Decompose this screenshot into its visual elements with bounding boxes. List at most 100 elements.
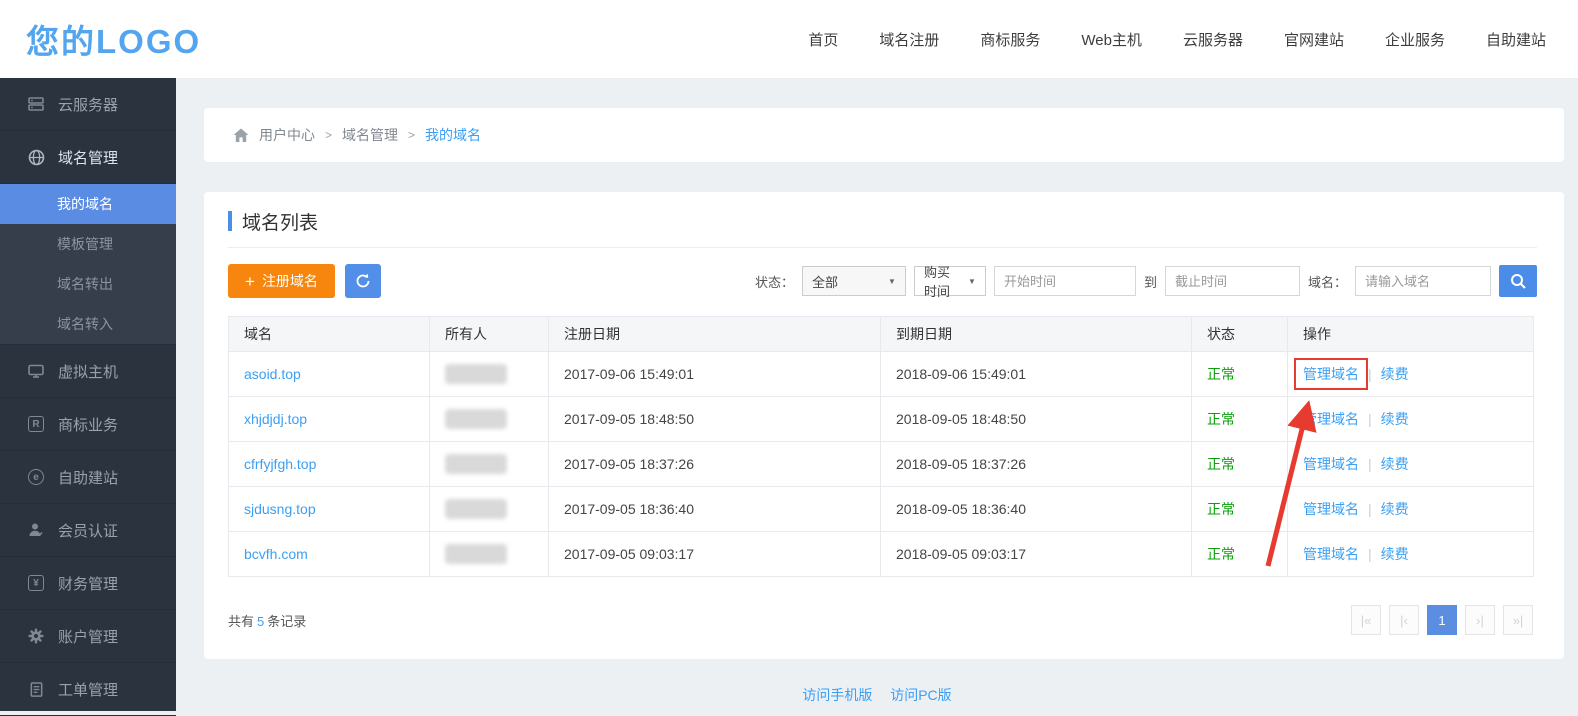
table-row: sjdusng.top 2017-09-05 18:36:40 2018-09-…	[229, 487, 1534, 532]
renew-link[interactable]: 续费	[1381, 501, 1409, 517]
pagination-first-button[interactable]: |«	[1351, 605, 1381, 635]
toolbar-left: + 注册域名	[228, 264, 381, 298]
status-select-value: 全部	[812, 272, 838, 291]
sidebar-item-account-management[interactable]: 账户管理	[0, 610, 176, 663]
server-icon	[27, 95, 45, 113]
mobile-version-link[interactable]: 访问手机版	[802, 687, 872, 703]
sidebar-item-virtual-hosting[interactable]: 虚拟主机	[0, 345, 176, 398]
sidebar-item-trademark-business[interactable]: R 商标业务	[0, 398, 176, 451]
pagination-page-1[interactable]: 1	[1427, 605, 1457, 635]
nav-web-hosting[interactable]: Web主机	[1081, 29, 1142, 50]
logo: 您的LOGO	[0, 15, 201, 63]
sidebar-item-label: 账户管理	[58, 626, 118, 647]
breadcrumb-separator: >	[408, 128, 415, 142]
status-badge: 正常	[1207, 411, 1235, 427]
caret-down-icon: ▼	[888, 277, 896, 286]
time-type-select[interactable]: 购买时间 ▼	[914, 266, 986, 296]
filter-bar: 状态： 全部 ▼ 购买时间 ▼ 到 域名：	[755, 265, 1537, 297]
bottom-links: 访问手机版 访问PC版	[176, 685, 1578, 705]
breadcrumb-domain-management[interactable]: 域名管理	[342, 125, 398, 145]
sidebar-subitem-template-management[interactable]: 模板管理	[0, 224, 176, 264]
renew-link[interactable]: 续费	[1381, 366, 1409, 382]
col-header-domain: 域名	[229, 317, 430, 352]
sidebar-item-label: 域名管理	[58, 147, 118, 168]
page-title-row: 域名列表	[228, 208, 1537, 234]
toolbar: + 注册域名 状态： 全部 ▼ 购买时间 ▼	[228, 264, 1537, 298]
manage-domain-link[interactable]: 管理域名	[1303, 501, 1359, 517]
nav-home[interactable]: 首页	[808, 29, 838, 50]
record-count: 共有5条记录	[228, 611, 306, 630]
sidebar-item-finance-management[interactable]: ¥ 财务管理	[0, 557, 176, 610]
nav-enterprise-service[interactable]: 企业服务	[1385, 29, 1445, 50]
record-count-prefix: 共有	[228, 614, 254, 629]
owner-redacted	[445, 409, 507, 429]
work-order-icon	[27, 680, 45, 698]
sidebar: 云服务器 域名管理 我的域名 模板管理 域名转出 域名转入 虚拟主机 R 商标业…	[0, 78, 176, 711]
domain-link[interactable]: bcvfh.com	[244, 546, 308, 562]
caret-down-icon: ▼	[968, 277, 976, 286]
nav-domain-register[interactable]: 域名注册	[879, 29, 939, 50]
status-select[interactable]: 全部 ▼	[802, 266, 906, 296]
nav-cloud-server[interactable]: 云服务器	[1183, 29, 1243, 50]
nav-trademark-service[interactable]: 商标服务	[980, 29, 1040, 50]
record-count-number: 5	[254, 614, 267, 629]
col-header-expire-date: 到期日期	[881, 317, 1192, 352]
register-date: 2017-09-05 18:37:26	[549, 442, 881, 487]
sidebar-subitem-domain-transfer-in[interactable]: 域名转入	[0, 304, 176, 344]
domain-filter-label: 域名：	[1308, 272, 1347, 291]
sidebar-subitem-my-domains[interactable]: 我的域名	[0, 184, 176, 224]
monitor-icon	[27, 362, 45, 380]
breadcrumb-separator: >	[325, 128, 332, 142]
sidebar-item-member-verification[interactable]: 会员认证	[0, 504, 176, 557]
manage-domain-link-highlighted[interactable]: 管理域名	[1294, 358, 1368, 390]
renew-link[interactable]: 续费	[1381, 546, 1409, 562]
status-badge: 正常	[1207, 456, 1235, 472]
register-domain-button[interactable]: + 注册域名	[228, 264, 335, 298]
domain-link[interactable]: asoid.top	[244, 366, 301, 382]
pagination-prev-button[interactable]: |‹	[1389, 605, 1419, 635]
renew-link[interactable]: 续费	[1381, 411, 1409, 427]
action-separator: |	[1359, 501, 1381, 517]
nav-site-builder[interactable]: 官网建站	[1284, 29, 1344, 50]
page-title: 域名列表	[242, 208, 318, 235]
start-date-input[interactable]	[994, 266, 1136, 296]
register-date: 2017-09-05 09:03:17	[549, 532, 881, 577]
action-separator: |	[1359, 366, 1381, 382]
sidebar-item-domain-management[interactable]: 域名管理	[0, 131, 176, 184]
end-date-input[interactable]	[1165, 266, 1300, 296]
pc-version-link[interactable]: 访问PC版	[890, 687, 951, 703]
time-type-select-value: 购买时间	[924, 262, 962, 300]
table-row: xhjdjdj.top 2017-09-05 18:48:50 2018-09-…	[229, 397, 1534, 442]
sidebar-subitem-domain-transfer-out[interactable]: 域名转出	[0, 264, 176, 304]
renew-link[interactable]: 续费	[1381, 456, 1409, 472]
refresh-button[interactable]	[345, 264, 381, 298]
manage-domain-link[interactable]: 管理域名	[1303, 456, 1359, 472]
sidebar-item-cloud-server[interactable]: 云服务器	[0, 78, 176, 131]
domain-link[interactable]: xhjdjdj.top	[244, 411, 307, 427]
finance-yen-icon: ¥	[27, 574, 45, 592]
gear-icon	[27, 627, 45, 645]
sidebar-item-label: 虚拟主机	[58, 361, 118, 382]
domain-link[interactable]: cfrfyjfgh.top	[244, 456, 316, 472]
table-header-row: 域名 所有人 注册日期 到期日期 状态 操作	[229, 317, 1534, 352]
domain-search-input[interactable]	[1355, 266, 1491, 296]
breadcrumb-card: 用户中心 > 域名管理 > 我的域名	[204, 108, 1564, 162]
domain-link[interactable]: sjdusng.top	[244, 501, 316, 517]
e-circle-icon: e	[27, 468, 45, 486]
title-accent-bar	[228, 211, 232, 231]
manage-domain-link[interactable]: 管理域名	[1303, 411, 1359, 427]
manage-domain-link[interactable]: 管理域名	[1303, 546, 1359, 562]
pagination-next-button[interactable]: ›|	[1465, 605, 1495, 635]
nav-self-service-site[interactable]: 自助建站	[1486, 29, 1546, 50]
pagination-last-button[interactable]: »|	[1503, 605, 1533, 635]
breadcrumb-user-center[interactable]: 用户中心	[259, 125, 315, 145]
table-row: asoid.top 2017-09-06 15:49:01 2018-09-06…	[229, 352, 1534, 397]
register-domain-label: 注册域名	[262, 271, 318, 291]
search-button[interactable]	[1499, 265, 1537, 297]
top-nav: 首页 域名注册 商标服务 Web主机 云服务器 官网建站 企业服务 自助建站	[808, 29, 1578, 50]
sidebar-item-self-service-site[interactable]: e 自助建站	[0, 451, 176, 504]
sidebar-item-work-orders[interactable]: 工单管理	[0, 663, 176, 716]
status-badge: 正常	[1207, 501, 1235, 517]
status-filter-label: 状态：	[755, 272, 794, 291]
owner-redacted	[445, 364, 507, 384]
